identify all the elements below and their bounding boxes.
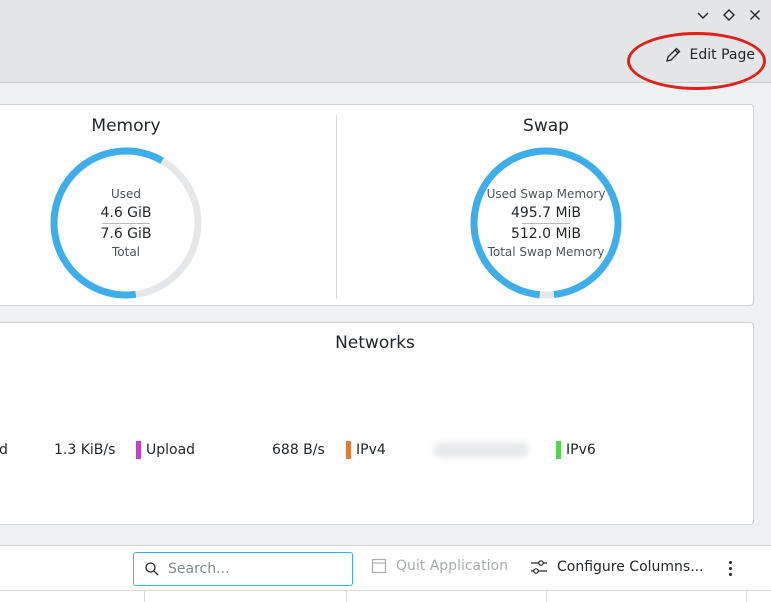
memory-title: Memory	[91, 116, 161, 136]
maximize-button[interactable]	[721, 6, 737, 24]
configure-columns-label: Configure Columns...	[557, 559, 704, 575]
swap-gauge: Used Swap Memory 495.7 MiB 512.0 MiB Tot…	[468, 145, 624, 301]
network-partial-label: d	[0, 442, 8, 458]
column-divider	[746, 591, 747, 602]
window-close-icon	[371, 558, 387, 574]
column-divider	[346, 591, 347, 602]
column-divider	[546, 591, 547, 602]
swap-total-label: Total Swap Memory	[487, 244, 605, 259]
search-icon	[145, 562, 159, 576]
network-upload-rate: 1.3 KiB/s	[54, 442, 116, 458]
close-button[interactable]	[747, 6, 763, 24]
networks-title: Networks	[335, 333, 415, 353]
diamond-icon	[723, 9, 735, 21]
ipv6-label: IPv6	[566, 442, 596, 458]
swap-title: Swap	[523, 116, 569, 136]
column-divider	[144, 591, 145, 602]
search-input[interactable]	[168, 561, 338, 577]
chevron-down-icon	[697, 12, 709, 19]
network-rate-2: 688 B/s	[272, 442, 325, 458]
configure-columns-button[interactable]: Configure Columns...	[530, 558, 704, 576]
ipv4-label: IPv4	[356, 442, 386, 458]
edit-page-label: Edit Page	[689, 47, 755, 63]
quit-application-label: Quit Application	[396, 558, 508, 574]
window-controls	[695, 6, 763, 24]
memory-total-value: 7.6 GiB	[100, 225, 152, 242]
edit-page-button[interactable]: Edit Page	[664, 46, 755, 64]
table-header-divider	[0, 590, 771, 591]
redacted-address	[433, 442, 529, 458]
swap-total-value: 512.0 MiB	[510, 225, 582, 242]
pencil-icon	[665, 47, 680, 62]
swap-used-label: Used Swap Memory	[486, 186, 606, 201]
quit-application-button[interactable]: Quit Application	[371, 558, 508, 574]
ipv6-swatch	[556, 441, 561, 459]
card-divider	[336, 115, 337, 299]
swap-used-value: 495.7 MiB	[510, 204, 582, 221]
process-table-card: Quit Application Configure Columns...	[0, 545, 771, 602]
upload-label: Upload	[146, 442, 196, 458]
sliders-icon	[531, 560, 547, 574]
memory-total-label: Total	[111, 244, 141, 259]
memory-used-label: Used	[110, 186, 142, 201]
networks-card: Networks d 1.3 KiB/s Upload 688 B/s IPv4…	[0, 322, 754, 525]
header-bar: Edit Page	[0, 0, 771, 83]
minimize-button[interactable]	[695, 6, 711, 24]
ipv4-swatch	[346, 441, 351, 459]
more-options-button[interactable]	[725, 556, 735, 580]
close-icon	[750, 10, 760, 20]
memory-swap-card: Memory Used 4.6 GiB 7.6 GiB Total Swap U…	[0, 104, 754, 306]
memory-used-value: 4.6 GiB	[100, 204, 152, 221]
memory-gauge: Used 4.6 GiB 7.6 GiB Total	[48, 145, 204, 301]
upload-swatch	[136, 441, 141, 459]
search-field[interactable]	[133, 552, 353, 586]
